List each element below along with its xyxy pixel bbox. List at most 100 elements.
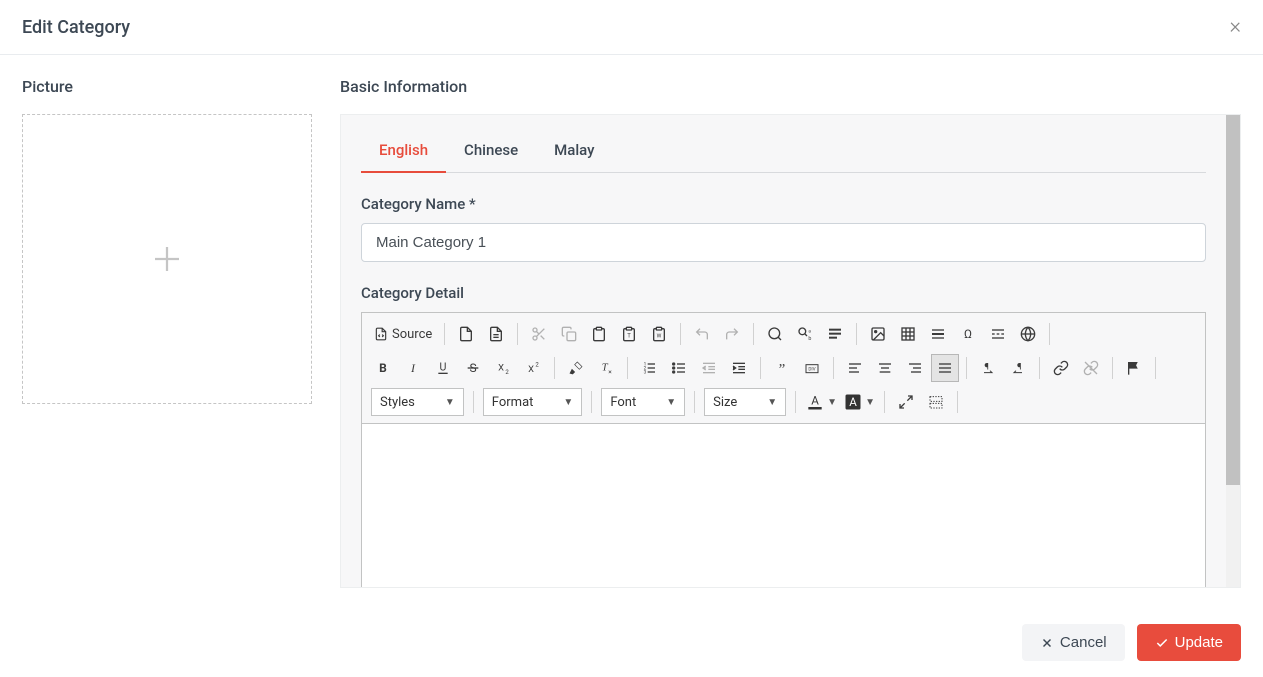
image-icon <box>870 326 886 342</box>
undo-icon <box>694 326 710 342</box>
svg-text:a: a <box>809 330 812 335</box>
update-button[interactable]: Update <box>1137 624 1241 661</box>
basic-info-panel: English Chinese Malay Category Name * Ca… <box>340 114 1241 588</box>
strike-icon: S <box>465 360 481 376</box>
close-icon <box>1040 636 1054 650</box>
tab-english[interactable]: English <box>361 129 446 173</box>
editor-content-area[interactable] <box>362 424 1205 588</box>
picture-upload-dropzone[interactable] <box>22 114 312 404</box>
caret-icon: ▼ <box>445 397 455 408</box>
copy-button[interactable] <box>555 320 583 348</box>
image-button[interactable] <box>864 320 892 348</box>
unlink-button[interactable] <box>1077 354 1105 382</box>
new-page-button[interactable] <box>452 320 480 348</box>
bg-color-button[interactable]: A ▼ <box>843 388 875 416</box>
language-tabs: English Chinese Malay <box>361 129 1206 173</box>
paste-icon <box>591 326 607 342</box>
select-all-button[interactable] <box>821 320 849 348</box>
remove-format-icon: T× <box>598 360 614 376</box>
table-icon <box>900 326 916 342</box>
tab-chinese[interactable]: Chinese <box>446 129 536 173</box>
italic-button[interactable]: I <box>399 354 427 382</box>
redo-icon <box>724 326 740 342</box>
blockquote-button[interactable]: ” <box>768 354 796 382</box>
show-blocks-button[interactable] <box>922 388 950 416</box>
basic-info-label: Basic Information <box>340 77 1241 96</box>
hr-icon <box>930 326 946 342</box>
paste-button[interactable] <box>585 320 613 348</box>
modal-footer: Cancel Update <box>0 610 1263 677</box>
redo-button[interactable] <box>718 320 746 348</box>
replace-button[interactable]: ba <box>791 320 819 348</box>
strike-button[interactable]: S <box>459 354 487 382</box>
indent-button[interactable] <box>725 354 753 382</box>
omega-icon: Ω <box>960 326 976 342</box>
templates-icon <box>488 326 504 342</box>
cut-button[interactable] <box>525 320 553 348</box>
undo-button[interactable] <box>688 320 716 348</box>
svg-text:DIV: DIV <box>808 367 815 373</box>
rtl-button[interactable]: ¶ <box>1004 354 1032 382</box>
bullet-list-button[interactable] <box>665 354 693 382</box>
scrollbar-thumb[interactable] <box>1226 115 1240 485</box>
maximize-button[interactable] <box>892 388 920 416</box>
toolbar-row-3: Styles▼ Format▼ Font▼ Size▼ A ▼ <box>368 385 1199 419</box>
ul-icon <box>671 360 687 376</box>
underline-button[interactable]: U <box>429 354 457 382</box>
subscript-icon: X2 <box>495 360 511 376</box>
tab-malay[interactable]: Malay <box>536 129 612 173</box>
maximize-icon <box>898 394 914 410</box>
size-combo[interactable]: Size▼ <box>704 388 786 416</box>
superscript-icon: X2 <box>525 360 541 376</box>
rich-text-editor: Source T W <box>361 312 1206 588</box>
align-left-icon <box>847 360 863 376</box>
div-container-button[interactable]: DIV <box>798 354 826 382</box>
font-combo[interactable]: Font▼ <box>601 388 685 416</box>
subscript-button[interactable]: X2 <box>489 354 517 382</box>
svg-text:”: ” <box>779 361 786 376</box>
scrollbar-track[interactable] <box>1226 115 1240 587</box>
align-center-icon <box>877 360 893 376</box>
cancel-button[interactable]: Cancel <box>1022 624 1125 661</box>
align-left-button[interactable] <box>841 354 869 382</box>
paste-text-button[interactable]: T <box>615 320 643 348</box>
new-page-icon <box>458 326 474 342</box>
templates-button[interactable] <box>482 320 510 348</box>
bold-button[interactable]: B <box>369 354 397 382</box>
ltr-button[interactable]: ¶ <box>974 354 1002 382</box>
align-right-button[interactable] <box>901 354 929 382</box>
format-combo[interactable]: Format▼ <box>483 388 583 416</box>
page-break-icon <box>990 326 1006 342</box>
align-justify-button[interactable] <box>931 354 959 382</box>
table-button[interactable] <box>894 320 922 348</box>
italic-icon: I <box>405 360 421 376</box>
caret-icon: ▼ <box>767 397 777 408</box>
outdent-icon <box>701 360 717 376</box>
special-char-button[interactable]: Ω <box>954 320 982 348</box>
copy-format-button[interactable] <box>562 354 590 382</box>
link-button[interactable] <box>1047 354 1075 382</box>
category-name-input[interactable] <box>361 223 1206 262</box>
ol-icon: 123 <box>641 360 657 376</box>
iframe-button[interactable] <box>1014 320 1042 348</box>
numbered-list-button[interactable]: 123 <box>635 354 663 382</box>
copy-icon <box>561 326 577 342</box>
page-break-button[interactable] <box>984 320 1012 348</box>
paste-word-button[interactable]: W <box>645 320 673 348</box>
align-center-button[interactable] <box>871 354 899 382</box>
anchor-button[interactable] <box>1120 354 1148 382</box>
styles-combo[interactable]: Styles▼ <box>371 388 464 416</box>
source-button[interactable]: Source <box>368 320 438 348</box>
superscript-button[interactable]: X2 <box>519 354 547 382</box>
outdent-button[interactable] <box>695 354 723 382</box>
horizontal-rule-button[interactable] <box>924 320 952 348</box>
caret-icon: ▼ <box>563 397 573 408</box>
picture-section: Picture <box>22 77 312 588</box>
text-color-button[interactable]: A ▼ <box>805 388 837 416</box>
unlink-icon <box>1083 360 1099 376</box>
find-button[interactable] <box>761 320 789 348</box>
ltr-icon: ¶ <box>980 360 996 376</box>
remove-format-button[interactable]: T× <box>592 354 620 382</box>
basic-info-section: Basic Information English Chinese Malay … <box>340 77 1241 588</box>
close-icon[interactable]: × <box>1229 16 1241 38</box>
